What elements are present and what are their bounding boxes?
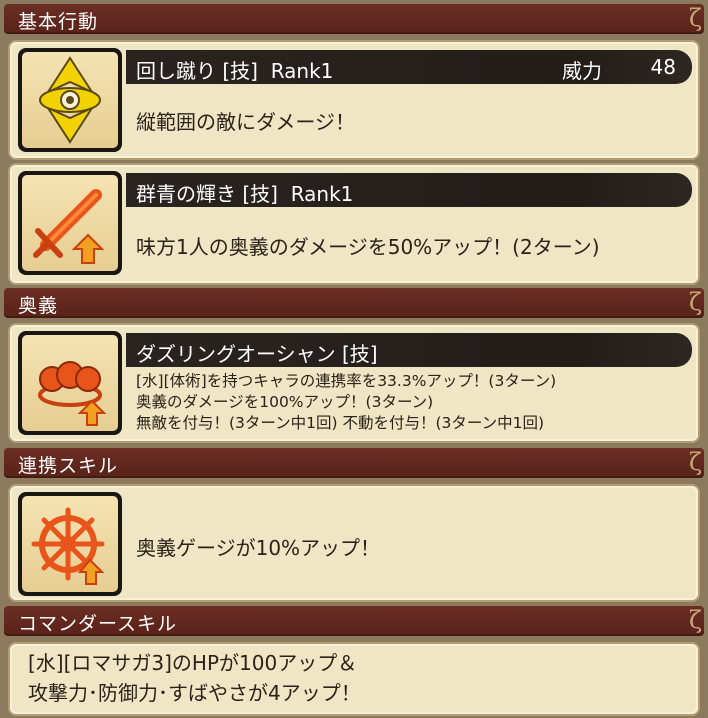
skill-rank: Rank1 [270,59,334,83]
skill-icon-frame [18,48,122,152]
scroll-ornament-icon: ζ [688,448,702,476]
commander-card[interactable]: [水][ロマサガ3]のHPが100アップ＆ 攻撃力･防御力･すばやさが4アップ！ [8,642,700,716]
commander-line: 攻撃力･防御力･すばやさが4アップ！ [28,681,361,705]
wheel-up-icon [31,507,105,585]
ougi-card[interactable]: ダズリングオーシャン [技] [水][体術]を持つキャラの連携率を33.3%アッ… [8,323,700,443]
section-header-renkei: 連携スキル ζ [4,448,704,478]
fists-up-icon [38,361,107,426]
skill-name: 回し蹴り [技] [136,59,258,83]
ougi-effect-line: [水][体術]を持つキャラの連携率を33.3%アップ！(3ターン) [136,372,557,390]
ougi-effect-line: 奥義のダメージを100%アップ！(3ターン) [136,393,434,411]
renkei-description: 奥義ゲージが10%アップ！ [136,536,381,560]
scroll-ornament-icon: ζ [688,606,702,634]
skill-card-1[interactable]: 回し蹴り [技] Rank1 威力 48 縦範囲の敵にダメージ！ [8,40,700,160]
skill-name: 群青の輝き [技] [136,182,278,206]
power-label: 威力 [562,59,602,83]
section-title: 奥義 [18,295,59,317]
ougi-title-bar: ダズリングオーシャン [技] [126,333,692,367]
section-title: 基本行動 [18,11,99,33]
scroll-ornament-icon: ζ [688,4,702,32]
section-header-basic: 基本行動 ζ [4,4,704,34]
section-title: コマンダースキル [18,613,178,635]
skill-icon-frame [18,171,122,275]
ougi-effect-line: 無敵を付与！(3ターン中1回) 不動を付与！(3ターン中1回) [136,414,545,432]
skill-icon-frame [18,492,122,596]
skill-card-2[interactable]: 群青の輝き [技] Rank1 味方1人の奥義のダメージを50%アップ！(2ター… [8,163,700,285]
section-header-ougi: 奥義 ζ [4,288,704,318]
power-value: 48 [650,55,676,79]
commander-line: [水][ロマサガ3]のHPが100アップ＆ [28,651,358,675]
section-header-commander: コマンダースキル ζ [4,606,704,636]
skill-title-bar: 回し蹴り [技] Rank1 威力 48 [126,50,692,84]
section-title: 連携スキル [18,455,119,477]
ougi-name: ダズリングオーシャン [技] [136,342,378,366]
sword-up-icon [33,189,105,264]
eye-diamond-icon [39,56,101,144]
skill-icon-frame [18,331,122,435]
skill-description: 縦範囲の敵にダメージ！ [136,110,355,134]
skill-title-bar: 群青の輝き [技] Rank1 [126,173,692,207]
renkei-card[interactable]: 奥義ゲージが10%アップ！ [8,484,700,602]
skill-description: 味方1人の奥義のダメージを50%アップ！(2ターン) [136,235,600,259]
skill-rank: Rank1 [290,182,354,206]
scroll-ornament-icon: ζ [688,288,702,316]
